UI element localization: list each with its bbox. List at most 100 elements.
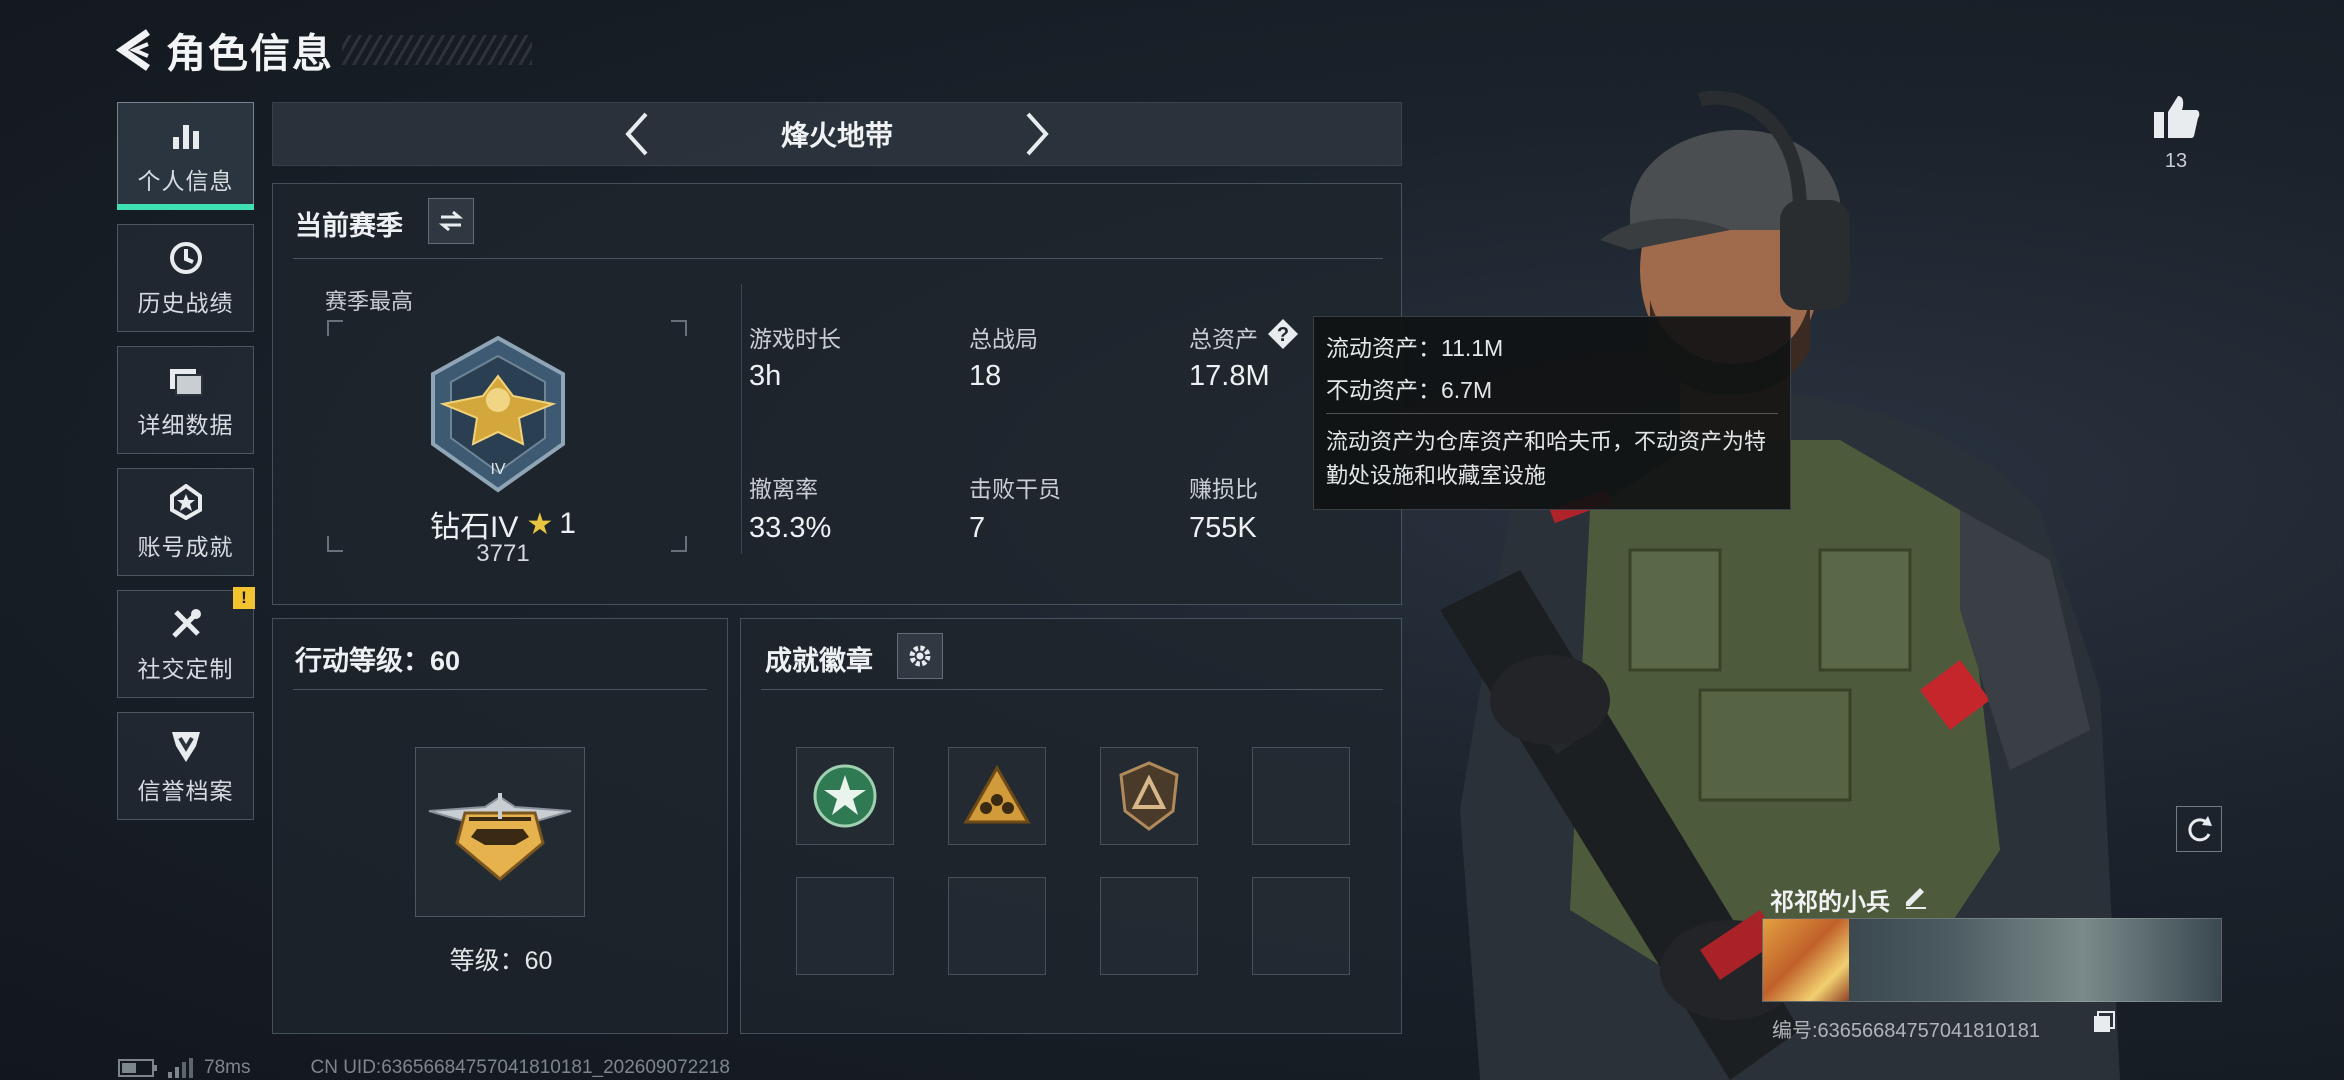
pencil-icon: [1906, 888, 1926, 909]
nav-item-social-custom[interactable]: 社交定制 !: [117, 587, 255, 698]
chevron-left-icon: [625, 112, 648, 156]
badge-slot[interactable]: [948, 747, 1046, 845]
player-id-text: 编号:6365668475704181018: [1772, 1020, 2029, 1042]
badge-slot-empty[interactable]: [796, 877, 894, 975]
player-id-suffix: 1: [2028, 1020, 2041, 1042]
action-level-emblem-icon: [415, 747, 585, 917]
avatar: [1763, 919, 1849, 1001]
tooltip-fixed-assets: 不动资产：6.7M: [1326, 377, 1493, 403]
rank-emblem-icon: IV: [423, 334, 573, 494]
gear-icon: [909, 645, 931, 667]
edit-name-button[interactable]: [1902, 882, 1930, 910]
achievements-settings-button[interactable]: [897, 633, 943, 679]
stat-label-profit-ratio: 赚损比: [1189, 476, 1258, 502]
like-button[interactable]: 13: [2152, 94, 2200, 173]
battery-icon: [118, 1059, 157, 1077]
badge-slot-empty[interactable]: [948, 877, 1046, 975]
chevron-right-icon: [1026, 112, 1049, 156]
bar-chart-icon: [166, 116, 206, 156]
copy-id-button[interactable]: [2092, 1010, 2116, 1034]
badge-slot-empty[interactable]: [1252, 747, 1350, 845]
nav-label: 历史战绩: [137, 290, 234, 316]
action-level-panel: 行动等级：60 等级：60: [272, 618, 728, 1034]
refresh-button[interactable]: [2176, 806, 2222, 852]
divider: [741, 284, 742, 554]
divider: [293, 258, 1383, 259]
reputation-icon: [166, 726, 206, 766]
nav-label: 社交定制: [137, 656, 234, 682]
history-clock-icon: [166, 238, 206, 278]
team-triangle-icon: [963, 764, 1031, 824]
stat-value-playtime: 3h: [749, 360, 782, 392]
stat-value-extraction-rate: 33.3%: [749, 512, 832, 544]
tools-icon: [166, 604, 206, 644]
frame-corner: [327, 320, 343, 336]
player-card-banner[interactable]: [1762, 918, 2222, 1002]
divider: [761, 689, 1383, 690]
rank-stars: 1: [559, 507, 576, 540]
nav-item-history[interactable]: 历史战绩: [117, 224, 254, 332]
status-bar: 78ms CN UID:6365668475704181018‪1_202609…: [118, 1056, 730, 1080]
badge-slot-empty[interactable]: [1252, 877, 1350, 975]
svg-text:IV: IV: [490, 461, 505, 478]
frame-corner: [327, 536, 343, 552]
nav-item-achievements[interactable]: 账号成就: [117, 468, 254, 576]
tooltip-liquid-assets: 流动资产：11.1M: [1326, 335, 1504, 361]
frame-corner: [671, 536, 687, 552]
mode-switcher: 烽火地带: [272, 102, 1402, 166]
mode-label: 烽火地带: [780, 120, 893, 151]
action-level-title: 行动等级：60: [295, 646, 461, 676]
season-best-label: 赛季最高: [325, 289, 414, 314]
nav-item-detail-data[interactable]: 详细数据: [117, 346, 254, 454]
player-name: 祁祁的小兵: [1770, 889, 1890, 916]
frame-corner: [671, 320, 687, 336]
nav-item-personal-info[interactable]: 个人信息: [117, 102, 254, 210]
player-id: 编号:63656684757041810181: [1772, 1014, 2040, 1043]
back-button[interactable]: [110, 18, 158, 82]
nav-item-reputation[interactable]: 信誉档案: [117, 712, 254, 820]
season-panel: 当前赛季 赛季最高 IV 钻石IV ★ 1 3771 游戏时长 3h 总战局 1…: [272, 183, 1402, 605]
nav-label: 账号成就: [137, 534, 234, 560]
rank-score: 3771: [476, 540, 530, 567]
badge-slot[interactable]: [1100, 747, 1198, 845]
divider: [1326, 413, 1778, 414]
achievements-title: 成就徽章: [765, 646, 873, 676]
nav-label: 详细数据: [137, 412, 234, 438]
level-text: 等级：60: [449, 947, 553, 975]
stat-label-playtime: 游戏时长: [749, 326, 841, 352]
nav-label: 信誉档案: [137, 778, 234, 804]
notification-badge: !: [233, 587, 255, 609]
stat-value-total-assets: 17.8M: [1189, 360, 1270, 392]
like-count: 13: [2164, 150, 2188, 172]
star-icon: ★: [526, 507, 554, 541]
tooltip-description: 流动资产为仓库资产和哈夫币，不动资产为特勤处设施和收藏室设施: [1326, 429, 1767, 488]
bronze-shield-icon: [1119, 761, 1179, 831]
nav-label: 个人信息: [137, 168, 234, 194]
svg-text:?: ?: [1277, 324, 1289, 346]
stat-label-total-matches: 总战局: [969, 326, 1038, 352]
achievements-panel: 成就徽章: [740, 618, 1402, 1034]
assets-help-button[interactable]: ?: [1267, 318, 1299, 350]
help-icon: ?: [1268, 319, 1298, 349]
uid-text: CN UID:6365668475704181018‪1_20260907221…: [310, 1057, 730, 1078]
thumbs-up-icon: [2154, 96, 2200, 138]
stat-value-profit-ratio: 755K: [1189, 512, 1257, 544]
folder-icon: [166, 360, 206, 400]
ping-text: 78ms: [204, 1057, 251, 1078]
stat-label-extraction-rate: 撤离率: [749, 476, 818, 502]
page-title: 角色信息: [166, 32, 334, 76]
mode-prev-button[interactable]: [607, 104, 667, 164]
refresh-icon: [2188, 816, 2212, 842]
season-switch-button[interactable]: [428, 198, 474, 244]
stat-value-total-matches: 18: [969, 360, 1002, 392]
back-arrow-icon: [115, 29, 150, 71]
mode-next-button[interactable]: [1007, 104, 1067, 164]
header: 角色信息: [110, 18, 532, 82]
divider: [293, 689, 707, 690]
stat-label-total-assets: 总资产: [1189, 326, 1258, 352]
badge-slot-empty[interactable]: [1100, 877, 1198, 975]
signal-icon: [168, 1058, 193, 1078]
season-title: 当前赛季: [295, 211, 403, 241]
badge-slot[interactable]: [796, 747, 894, 845]
swap-icon: [438, 210, 464, 232]
